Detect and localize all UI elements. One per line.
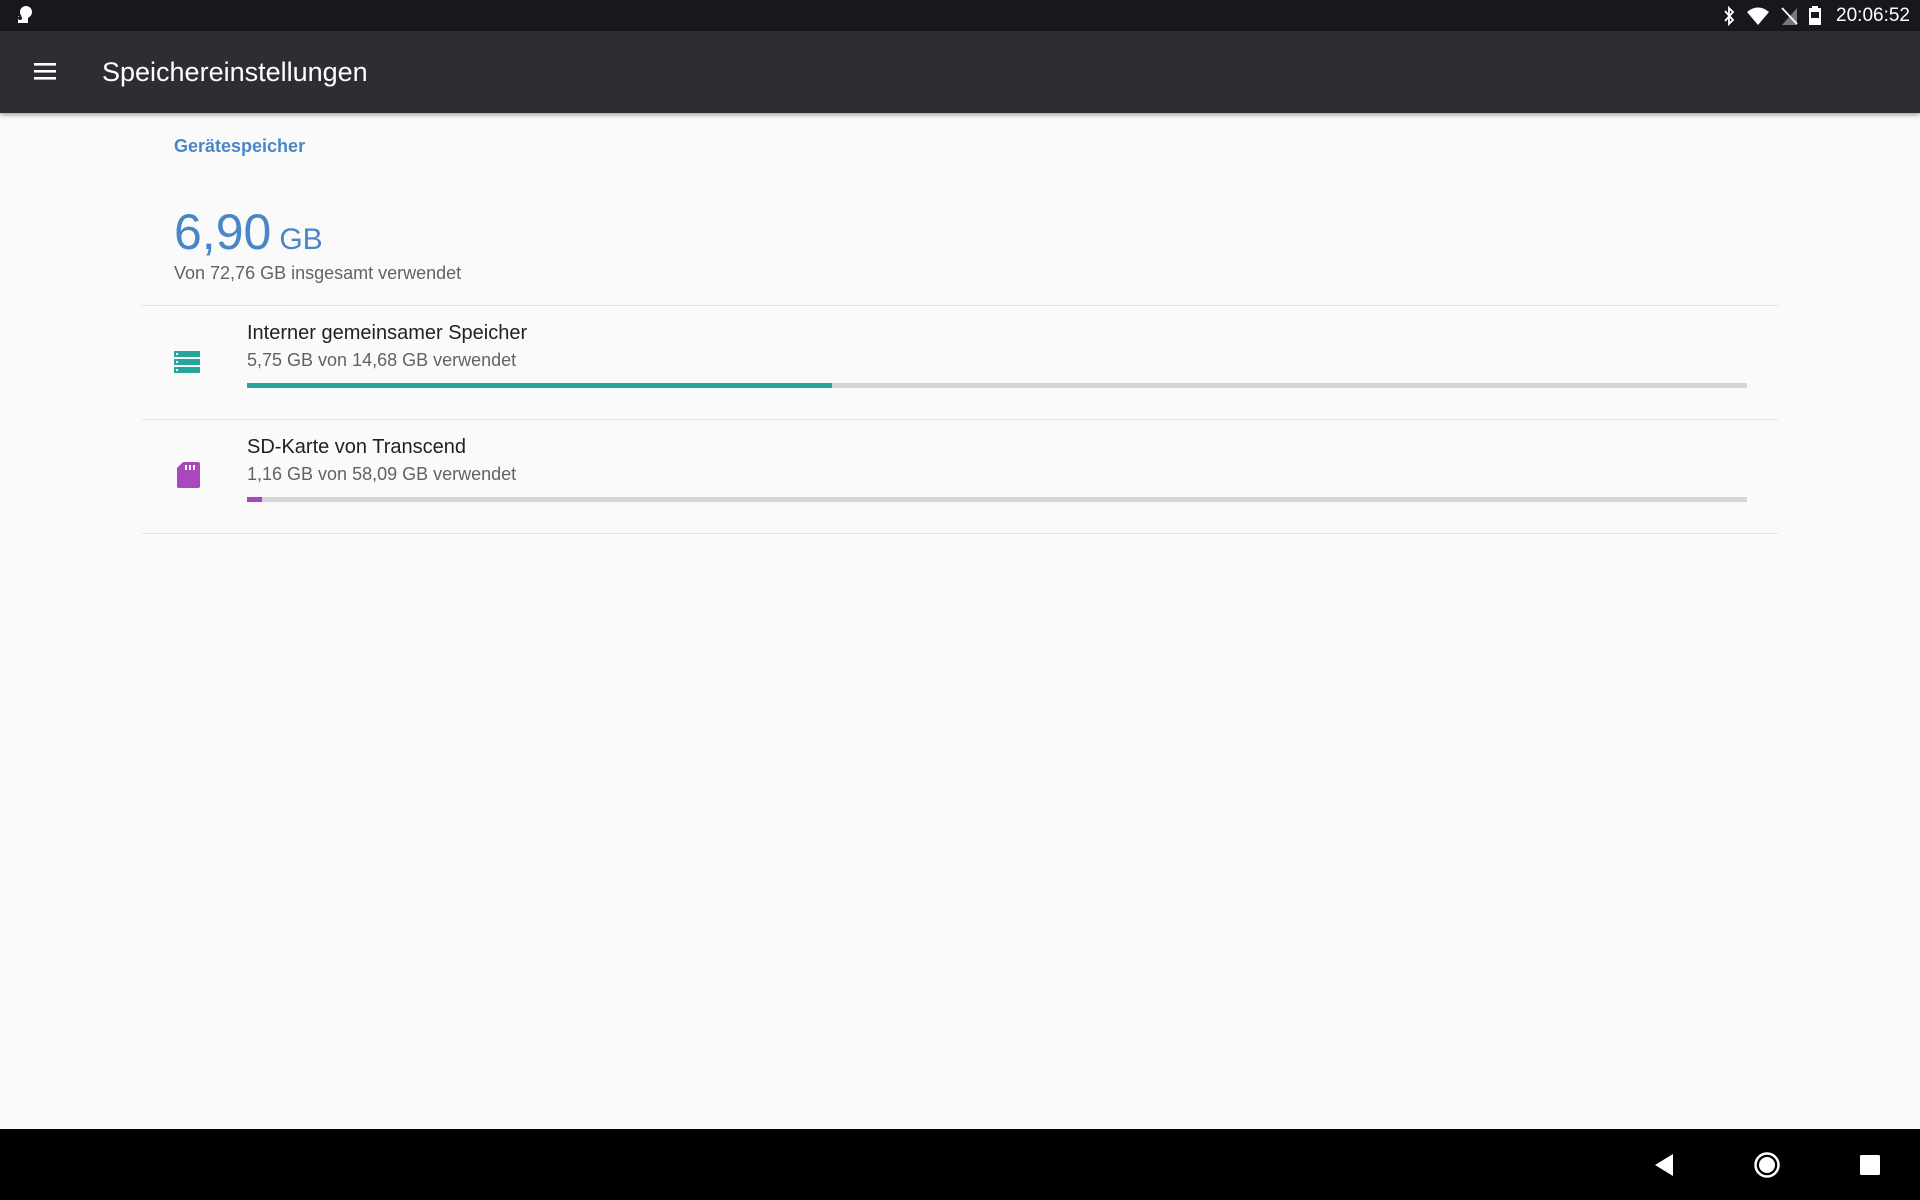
page-title: Speichereinstellungen [102, 57, 368, 87]
status-clock: 20:06:52 [1836, 4, 1910, 26]
usage-progress-fill [247, 383, 832, 388]
total-used-value: 6,90 [174, 204, 272, 260]
wifi-icon [1746, 6, 1770, 26]
status-icons: 20:06:52 [1722, 0, 1910, 31]
volume-usage: 1,16 GB von 58,09 GB verwendet [247, 464, 517, 484]
navigation-bar [0, 1129, 1920, 1200]
volume-usage: 5,75 GB von 14,68 GB verwendet [247, 350, 517, 370]
sd-card-icon [172, 460, 202, 490]
divider [142, 533, 1778, 534]
usage-progress-fill [247, 497, 262, 502]
usage-progress-bar [247, 383, 1747, 388]
hamburger-menu-icon[interactable] [30, 57, 62, 87]
status-bar: 20:06:52 [0, 0, 1920, 31]
volume-title: SD-Karte von Transcend [247, 436, 466, 458]
usage-progress-bar [247, 497, 1747, 502]
recents-icon[interactable] [1856, 1151, 1884, 1179]
battery-icon [1808, 5, 1822, 26]
total-used-summary: 6,90 GB [174, 203, 323, 261]
bluetooth-icon [1722, 5, 1736, 26]
volume-row-sdcard[interactable]: SD-Karte von Transcend 1,16 GB von 58,09… [142, 420, 1778, 533]
home-icon[interactable] [1753, 1151, 1781, 1179]
volume-row-internal[interactable]: Interner gemeinsamer Speicher 5,75 GB vo… [142, 306, 1778, 419]
no-sim-icon [1780, 6, 1798, 26]
notification-icon [14, 4, 36, 26]
section-header: Gerätespeicher [174, 136, 306, 156]
back-icon[interactable] [1651, 1151, 1679, 1179]
total-used-unit: GB [279, 223, 323, 256]
storage-content: Gerätespeicher 6,90 GB Von 72,76 GB insge… [0, 113, 1920, 1129]
total-used-caption: Von 72,76 GB insgesamt verwendet [174, 263, 462, 283]
app-bar: Speichereinstellungen [0, 31, 1920, 113]
internal-storage-icon [172, 346, 202, 376]
volume-title: Interner gemeinsamer Speicher [247, 322, 528, 344]
